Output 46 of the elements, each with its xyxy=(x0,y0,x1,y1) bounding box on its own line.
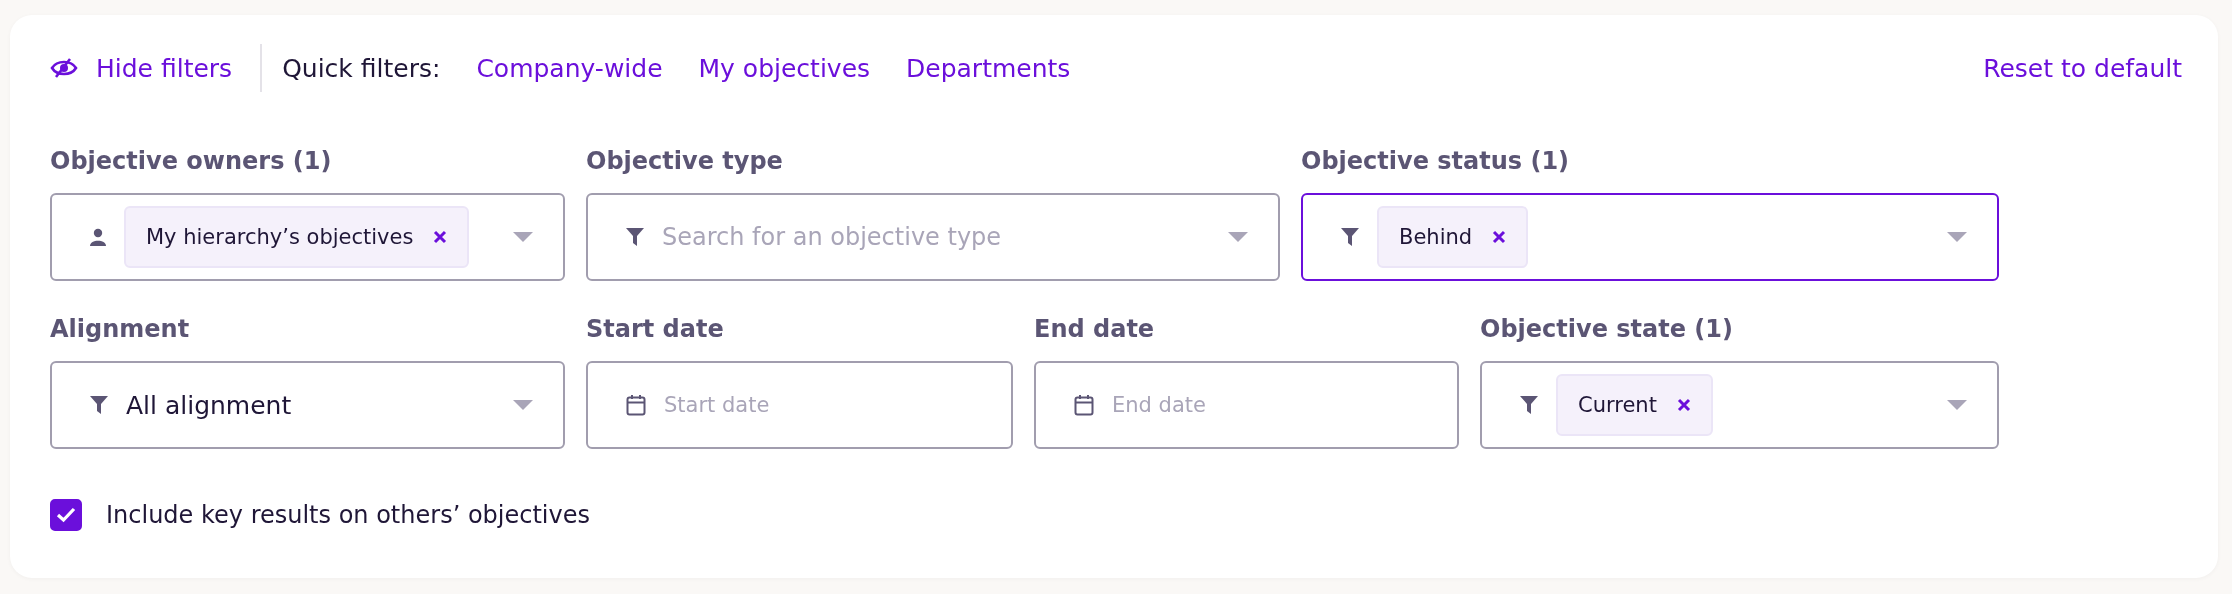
select-field[interactable]: Current xyxy=(1480,361,1999,449)
filter-chip[interactable]: Behind xyxy=(1377,206,1529,268)
chip-label: My hierarchy’s objectives xyxy=(146,225,414,249)
select-field[interactable]: All alignment xyxy=(50,361,565,449)
chip-label: Behind xyxy=(1399,225,1473,249)
field-label: Objective state (1) xyxy=(1480,315,1734,343)
checkbox[interactable] xyxy=(50,499,82,531)
filter-chip[interactable]: My hierarchy’s objectives xyxy=(124,206,470,268)
field-label: Start date xyxy=(586,315,725,343)
reset-link[interactable]: Reset to default xyxy=(1983,53,2182,83)
check-icon xyxy=(56,507,76,523)
selected-value: All alignment xyxy=(126,390,292,420)
placeholder-text: Start date xyxy=(664,393,770,417)
eye-slash-icon xyxy=(50,57,78,79)
close-icon[interactable] xyxy=(433,230,448,244)
quick-filter-link[interactable]: Company-wide xyxy=(476,53,663,83)
close-icon[interactable] xyxy=(1676,398,1691,412)
chip-label: Current xyxy=(1578,393,1657,417)
placeholder-text: Search for an objective type xyxy=(662,223,1002,251)
hide-filters-button[interactable]: Hide filters xyxy=(50,53,233,83)
field-label: Objective status (1) xyxy=(1301,147,1571,175)
caret-icon[interactable] xyxy=(513,232,533,242)
quick-filter-link[interactable]: Departments xyxy=(906,53,1071,83)
placeholder-text: End date xyxy=(1112,393,1206,417)
quick-filter-link[interactable]: My objectives xyxy=(698,53,871,83)
close-icon[interactable] xyxy=(1492,230,1507,244)
select-field[interactable]: My hierarchy’s objectives xyxy=(50,193,565,281)
calendar-icon xyxy=(626,394,646,416)
caret-icon[interactable] xyxy=(513,400,533,410)
select-field[interactable]: Behind xyxy=(1301,193,1999,281)
field-label: Objective owners (1) xyxy=(50,147,333,175)
caret-icon[interactable] xyxy=(1228,232,1248,242)
filter-icon xyxy=(1520,396,1538,414)
filter-icon xyxy=(1341,228,1359,246)
filter-icon xyxy=(90,396,108,414)
quick-filters-label: Quick filters: xyxy=(282,53,441,83)
person-icon xyxy=(90,228,106,246)
filter-icon xyxy=(626,228,644,246)
field-label: Alignment xyxy=(50,315,191,343)
field-label: Objective type xyxy=(586,147,784,175)
field-label: End date xyxy=(1034,315,1156,343)
filter-chip[interactable]: Current xyxy=(1556,374,1713,436)
calendar-icon xyxy=(1074,394,1094,416)
checkbox-label: Include key results on others’ objectives xyxy=(106,501,590,529)
caret-icon[interactable] xyxy=(1947,232,1967,242)
caret-icon[interactable] xyxy=(1947,400,1967,410)
